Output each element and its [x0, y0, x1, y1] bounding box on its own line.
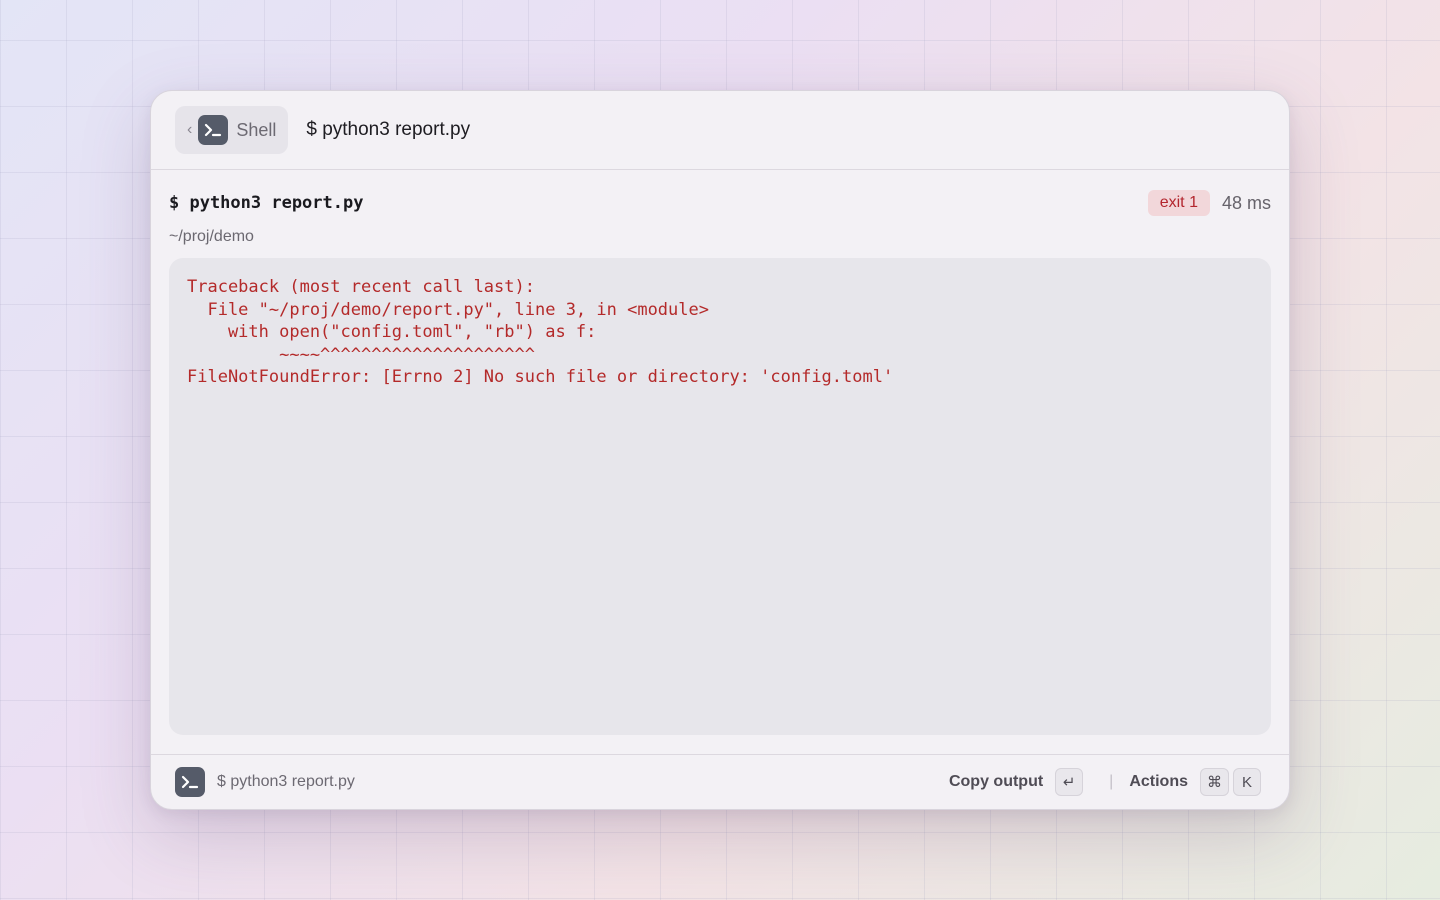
titlebar: ‹ Shell $ python3 report.py: [151, 91, 1289, 170]
back-label: Shell: [236, 119, 277, 140]
chevron-left-icon: ‹: [187, 121, 193, 138]
k-key-icon: K: [1233, 768, 1261, 796]
footer-command: $ python3 report.py: [217, 773, 355, 790]
error-output: Traceback (most recent call last): File …: [187, 277, 894, 387]
duration-label: 48 ms: [1221, 192, 1271, 213]
footer-bar: $ python3 report.py Copy output ↵ | Acti…: [151, 754, 1289, 809]
command-key-icon: ⌘: [1200, 768, 1229, 796]
output-panel[interactable]: Traceback (most recent call last): File …: [169, 258, 1271, 735]
divider: |: [1109, 773, 1114, 790]
exit-status-badge: exit 1: [1147, 190, 1210, 216]
copy-output-button[interactable]: Copy output: [949, 773, 1043, 791]
shell-window: ‹ Shell $ python3 report.py $ python3 re…: [150, 90, 1290, 810]
command-header: $ python3 report.py exit 1 48 ms: [169, 190, 1271, 216]
actions-button[interactable]: Actions: [1129, 773, 1188, 791]
terminal-icon: [175, 767, 205, 797]
terminal-icon: [198, 115, 229, 145]
command-detail: $ python3 report.py exit 1 48 ms ~/proj/…: [151, 170, 1289, 735]
window-title: $ python3 report.py: [306, 119, 471, 140]
enter-key-icon: ↵: [1055, 768, 1084, 796]
working-directory: ~/proj/demo: [169, 228, 254, 245]
command-text: $ python3 report.py: [169, 193, 364, 213]
back-button[interactable]: ‹ Shell: [175, 106, 289, 154]
